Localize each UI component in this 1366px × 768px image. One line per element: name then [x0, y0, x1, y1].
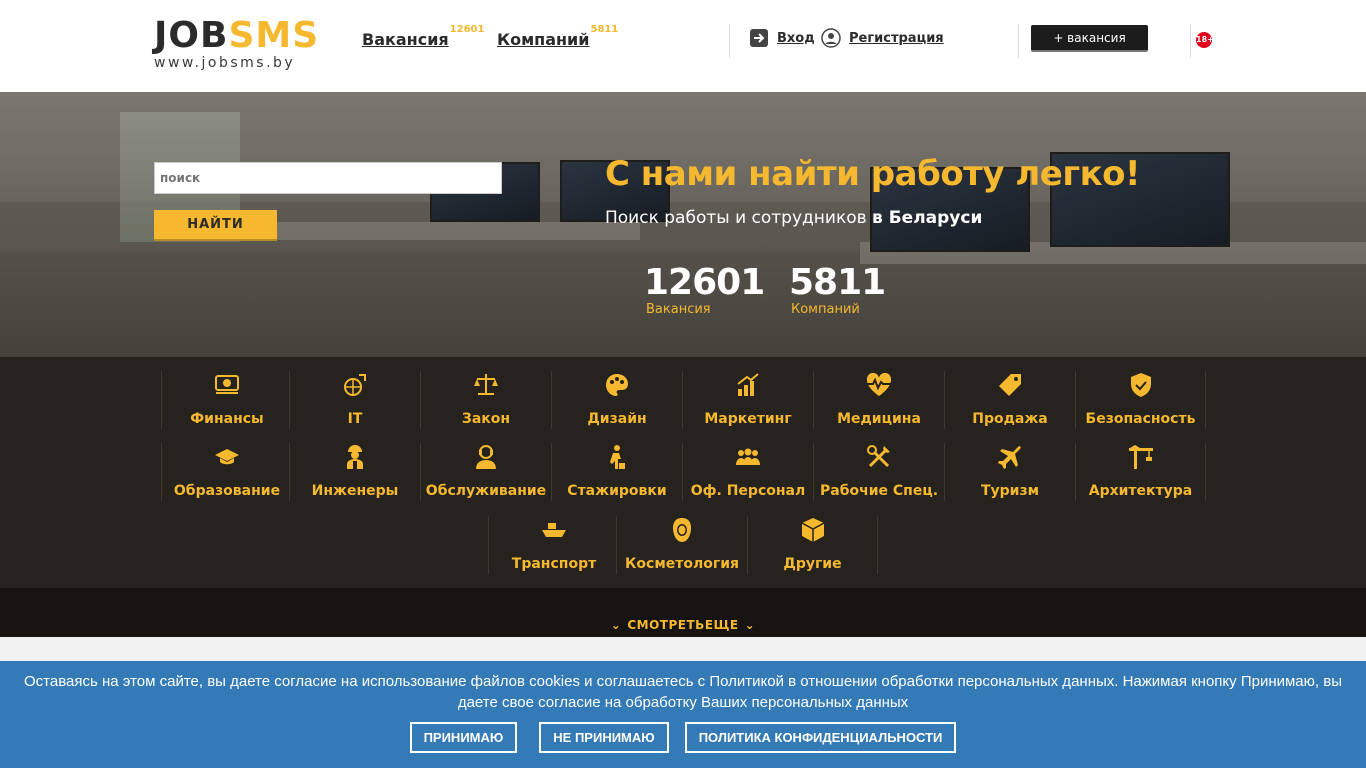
add-vacancy-button[interactable]: + вакансия — [1031, 25, 1148, 52]
cookie-text: Оставаясь на этом сайте, вы даете соглас… — [24, 673, 1342, 711]
category-law[interactable]: Закон — [420, 371, 551, 429]
service-person-icon — [421, 443, 551, 471]
logo-job: JOB — [154, 15, 229, 56]
divider — [729, 24, 730, 58]
logo-sms: SMS — [228, 15, 320, 56]
hero-banner: НАЙТИ С нами найти работу легко! Поиск р… — [0, 92, 1366, 357]
engineer-icon — [290, 443, 420, 471]
category-design[interactable]: Дизайн — [551, 371, 682, 429]
category-workers[interactable]: Рабочие Спец. — [813, 443, 944, 501]
crane-icon — [1076, 443, 1205, 471]
category-other[interactable]: Другие — [747, 516, 878, 574]
category-office-staff[interactable]: Оф. Персонал — [682, 443, 813, 501]
user-icon — [821, 28, 841, 48]
privacy-policy-button[interactable]: ПОЛИТИКА КОНФИДЕНЦИАЛЬНОСТИ — [684, 722, 957, 753]
cookie-decline-button[interactable]: НЕ ПРИНИМАЮ — [539, 722, 669, 753]
show-more-button[interactable]: ⌄ СМОТРЕТЬЕЩЕ ⌄ — [611, 603, 755, 632]
intern-icon — [552, 443, 682, 471]
shield-icon — [1076, 371, 1205, 399]
register-link[interactable]: Регистрация — [821, 28, 944, 48]
globe-tech-icon — [290, 371, 420, 399]
graduation-cap-icon — [162, 443, 292, 471]
nav-companies-count: 5811 — [590, 24, 619, 35]
chevron-down-icon: ⌄ — [744, 618, 756, 632]
show-more-bar: ⌄ СМОТРЕТЬЕЩЕ ⌄ — [0, 588, 1366, 637]
airplane-icon — [945, 443, 1075, 471]
search-button[interactable]: НАЙТИ — [154, 210, 277, 241]
tag-icon — [945, 371, 1075, 399]
category-sales[interactable]: Продажа — [944, 371, 1075, 429]
site-header: JOBSMS www.jobsms.by Вакансия12601 Компа… — [0, 0, 1366, 92]
cookie-accept-button[interactable]: ПРИНИМАЮ — [409, 722, 518, 753]
team-icon — [683, 443, 813, 471]
category-cosmetology[interactable]: Косметология — [616, 516, 747, 574]
category-engineers[interactable]: Инженеры — [289, 443, 420, 501]
ship-icon — [489, 516, 619, 544]
heartbeat-icon — [814, 371, 944, 399]
box-icon — [748, 516, 877, 544]
site-logo[interactable]: JOBSMS www.jobsms.by — [154, 15, 318, 73]
category-architecture[interactable]: Архитектура — [1075, 443, 1206, 501]
chevron-down-icon: ⌄ — [610, 618, 622, 632]
category-it[interactable]: IT — [289, 371, 420, 429]
stat-vacancies: 12601 Вакансия — [644, 262, 765, 318]
nav-companies[interactable]: Компаний5811 — [497, 24, 618, 49]
category-security[interactable]: Безопасность — [1075, 371, 1206, 429]
divider — [1018, 24, 1019, 58]
login-link[interactable]: Вход — [749, 28, 815, 48]
category-tourism[interactable]: Туризм — [944, 443, 1075, 501]
palette-icon — [552, 371, 682, 399]
cookie-buttons: ПРИНИМАЮ НЕ ПРИНИМАЮ ПОЛИТИКА КОНФИДЕНЦИ… — [0, 722, 1366, 753]
category-service[interactable]: Обслуживание — [420, 443, 551, 501]
nav-vacancies[interactable]: Вакансия12601 — [362, 24, 484, 49]
category-medicine[interactable]: Медицина — [813, 371, 944, 429]
cookie-banner: Оставаясь на этом сайте, вы даете соглас… — [0, 661, 1366, 768]
nav-vacancies-count: 12601 — [449, 24, 485, 35]
tools-icon — [814, 443, 944, 471]
divider — [1190, 24, 1191, 58]
category-internships[interactable]: Стажировки — [551, 443, 682, 501]
categories-panel: Финансы IT Закон Дизайн Маркетинг Медици… — [0, 357, 1366, 588]
logo-url: www.jobsms.by — [154, 55, 296, 71]
category-education[interactable]: Образование — [161, 443, 292, 501]
hero-title: С нами найти работу легко! — [605, 154, 1141, 194]
stat-companies: 5811 Компаний — [789, 262, 886, 318]
hero-subtitle: Поиск работы и сотрудников в Беларуси — [605, 208, 983, 228]
age-badge: 18+ — [1196, 32, 1214, 48]
search-input[interactable] — [154, 162, 502, 194]
category-finance[interactable]: Финансы — [161, 371, 292, 429]
page-gap — [0, 637, 1366, 661]
money-icon — [162, 371, 292, 399]
category-transport[interactable]: Транспорт — [488, 516, 619, 574]
scales-icon — [421, 371, 551, 399]
growth-chart-icon — [683, 371, 813, 399]
category-marketing[interactable]: Маркетинг — [682, 371, 813, 429]
login-icon — [749, 28, 769, 48]
woman-face-icon — [617, 516, 747, 544]
